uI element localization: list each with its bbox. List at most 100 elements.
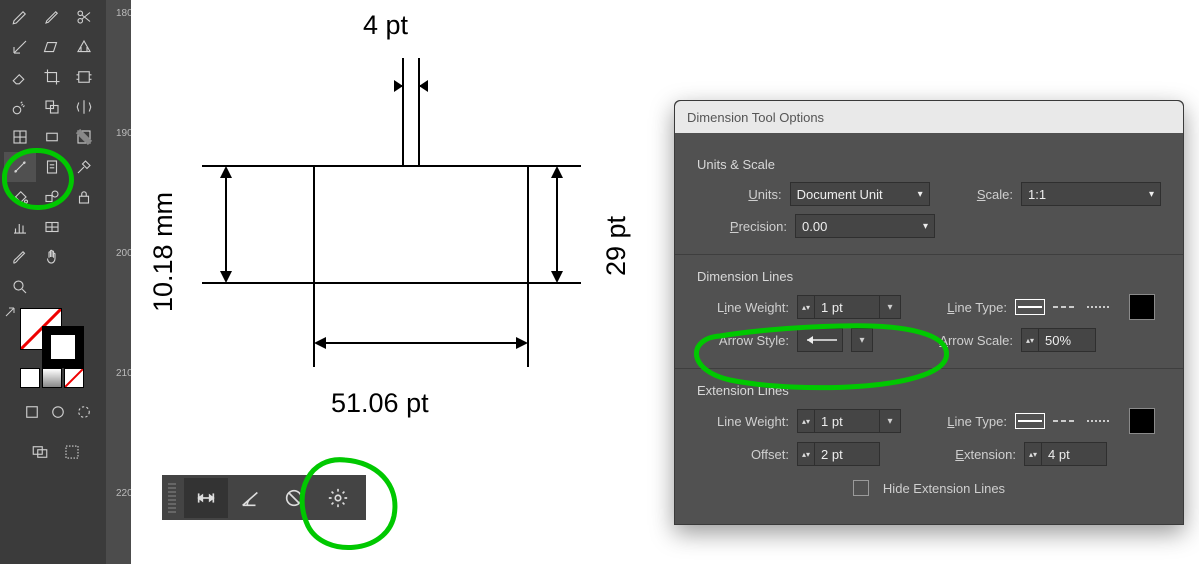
linetype-dotted[interactable] xyxy=(1085,414,1113,428)
units-dropdown[interactable]: Document Unit▾ xyxy=(790,182,930,206)
chevron-down-icon[interactable]: ▾ xyxy=(880,409,901,433)
screen-mode[interactable] xyxy=(26,440,54,464)
offset-label: Offset: xyxy=(697,447,789,462)
tool-spray[interactable] xyxy=(4,92,36,122)
settings-button[interactable] xyxy=(316,478,360,518)
tool-eyedropper[interactable] xyxy=(68,152,100,182)
mini-swatch-gradient[interactable] xyxy=(42,368,62,388)
tool-lock[interactable] xyxy=(68,182,100,212)
precision-value: 0.00 xyxy=(802,219,827,234)
tool-bar-chart[interactable] xyxy=(4,212,36,242)
units-label: Units: xyxy=(727,187,782,202)
drawmode-normal[interactable] xyxy=(20,400,44,424)
draw-mode-row xyxy=(20,400,106,424)
linetype-solid[interactable] xyxy=(1015,299,1045,315)
tool-pencil[interactable] xyxy=(36,2,68,32)
dialog-titlebar[interactable]: Dimension Tool Options xyxy=(675,101,1183,133)
extension-value[interactable]: 4 pt xyxy=(1042,442,1107,466)
tool-gradient[interactable] xyxy=(68,122,100,152)
line-color-swatch[interactable] xyxy=(1129,294,1155,320)
hide-ext-checkbox[interactable] xyxy=(853,480,869,496)
precision-dropdown[interactable]: 0.00▾ xyxy=(795,214,935,238)
ext-line-weight-label: Line Weight: xyxy=(697,414,789,429)
tool-crop[interactable] xyxy=(36,62,68,92)
tool-eraser[interactable] xyxy=(4,62,36,92)
extension-stepper[interactable]: ▴▾ 4 pt xyxy=(1024,442,1107,466)
tool-blank2 xyxy=(68,242,100,272)
tool-mirror[interactable] xyxy=(68,92,100,122)
scale-value: 1:1 xyxy=(1028,187,1046,202)
extension-label: Extension: xyxy=(940,447,1016,462)
linetype-dashed[interactable] xyxy=(1051,414,1079,428)
line-weight-label: Line Weight: xyxy=(697,300,789,315)
tool-zoom[interactable] xyxy=(4,272,36,302)
tool-perspective[interactable] xyxy=(68,32,100,62)
line-weight-stepper[interactable]: ▴▾ 1 pt ▾ xyxy=(797,295,901,319)
ext-line-type-set xyxy=(1015,413,1113,429)
linetype-solid[interactable] xyxy=(1015,413,1045,429)
offset-stepper[interactable]: ▴▾ 2 pt xyxy=(797,442,880,466)
angle-dimension-button[interactable] xyxy=(228,478,272,518)
stepper-arrows-icon[interactable]: ▴▾ xyxy=(797,295,815,319)
tool-grid[interactable] xyxy=(4,122,36,152)
arrow-scale-value[interactable]: 50% xyxy=(1039,328,1096,352)
dim-label-right: 29 pt xyxy=(603,216,630,276)
ext-line-color-swatch[interactable] xyxy=(1129,408,1155,434)
offset-value[interactable]: 2 pt xyxy=(815,442,880,466)
label-dimension-button[interactable] xyxy=(272,478,316,518)
stepper-arrows-icon[interactable]: ▴▾ xyxy=(797,442,815,466)
swap-arrows-icon[interactable] xyxy=(4,306,18,320)
units-value: Document Unit xyxy=(797,187,883,202)
arrow-scale-stepper[interactable]: ▴▾ 50% xyxy=(1021,328,1096,352)
linear-dimension-button[interactable] xyxy=(184,478,228,518)
dimension-substrip[interactable] xyxy=(162,475,366,520)
tool-dimension[interactable] xyxy=(4,152,36,182)
arrow-style-dropdown[interactable]: ▾ xyxy=(851,328,873,352)
screen-mode-row xyxy=(26,440,106,464)
tool-rect[interactable] xyxy=(36,122,68,152)
tool-scissors[interactable] xyxy=(68,2,100,32)
tool-pen[interactable] xyxy=(4,2,36,32)
linetype-dashed[interactable] xyxy=(1051,300,1079,314)
group-extension-lines: Extension Lines xyxy=(697,383,1161,398)
tool-doc[interactable] xyxy=(36,152,68,182)
ext-line-weight-stepper[interactable]: ▴▾ 1 pt ▾ xyxy=(797,409,901,433)
toolbox-panel xyxy=(0,0,106,564)
stepper-arrows-icon[interactable]: ▴▾ xyxy=(797,409,815,433)
tool-bucket[interactable] xyxy=(4,182,36,212)
tool-table[interactable] xyxy=(36,212,68,242)
mini-swatch-none[interactable] xyxy=(64,368,84,388)
vertical-ruler: 180 190 200 210 220 xyxy=(106,0,131,564)
line-type-label: Line Type: xyxy=(931,300,1007,315)
tool-arrow-left[interactable] xyxy=(4,32,36,62)
drawmode-inside[interactable] xyxy=(72,400,96,424)
ext-line-weight-value[interactable]: 1 pt xyxy=(815,409,880,433)
tool-transform[interactable] xyxy=(68,62,100,92)
strip-grip[interactable] xyxy=(168,483,176,513)
drawmode-behind[interactable] xyxy=(46,400,70,424)
mini-swatches xyxy=(20,368,106,388)
tool-brush[interactable] xyxy=(4,242,36,272)
color-swatch[interactable] xyxy=(20,308,84,362)
arrow-style-preview[interactable] xyxy=(797,328,843,352)
dim-label-bottom: 51.06 pt xyxy=(331,390,429,417)
tool-blank1 xyxy=(68,212,100,242)
linetype-dotted[interactable] xyxy=(1085,300,1113,314)
tool-hand[interactable] xyxy=(36,242,68,272)
ext-line-type-label: Line Type: xyxy=(931,414,1007,429)
scale-dropdown[interactable]: 1:1▾ xyxy=(1021,182,1161,206)
arrange[interactable] xyxy=(58,440,86,464)
tool-clone[interactable] xyxy=(36,92,68,122)
line-weight-value[interactable]: 1 pt xyxy=(815,295,880,319)
hide-ext-label[interactable]: Hide Extension Lines xyxy=(883,481,1005,496)
mini-swatch-white[interactable] xyxy=(20,368,40,388)
line-type-set xyxy=(1015,299,1113,315)
dim-label-top: 4 pt xyxy=(363,12,408,39)
chevron-down-icon[interactable]: ▾ xyxy=(880,295,901,319)
tool-shapes[interactable] xyxy=(36,182,68,212)
tool-skew[interactable] xyxy=(36,32,68,62)
stepper-arrows-icon[interactable]: ▴▾ xyxy=(1024,442,1042,466)
stroke-swatch[interactable] xyxy=(42,326,84,368)
dim-label-left: 10.18 mm xyxy=(150,192,177,312)
stepper-arrows-icon[interactable]: ▴▾ xyxy=(1021,328,1039,352)
